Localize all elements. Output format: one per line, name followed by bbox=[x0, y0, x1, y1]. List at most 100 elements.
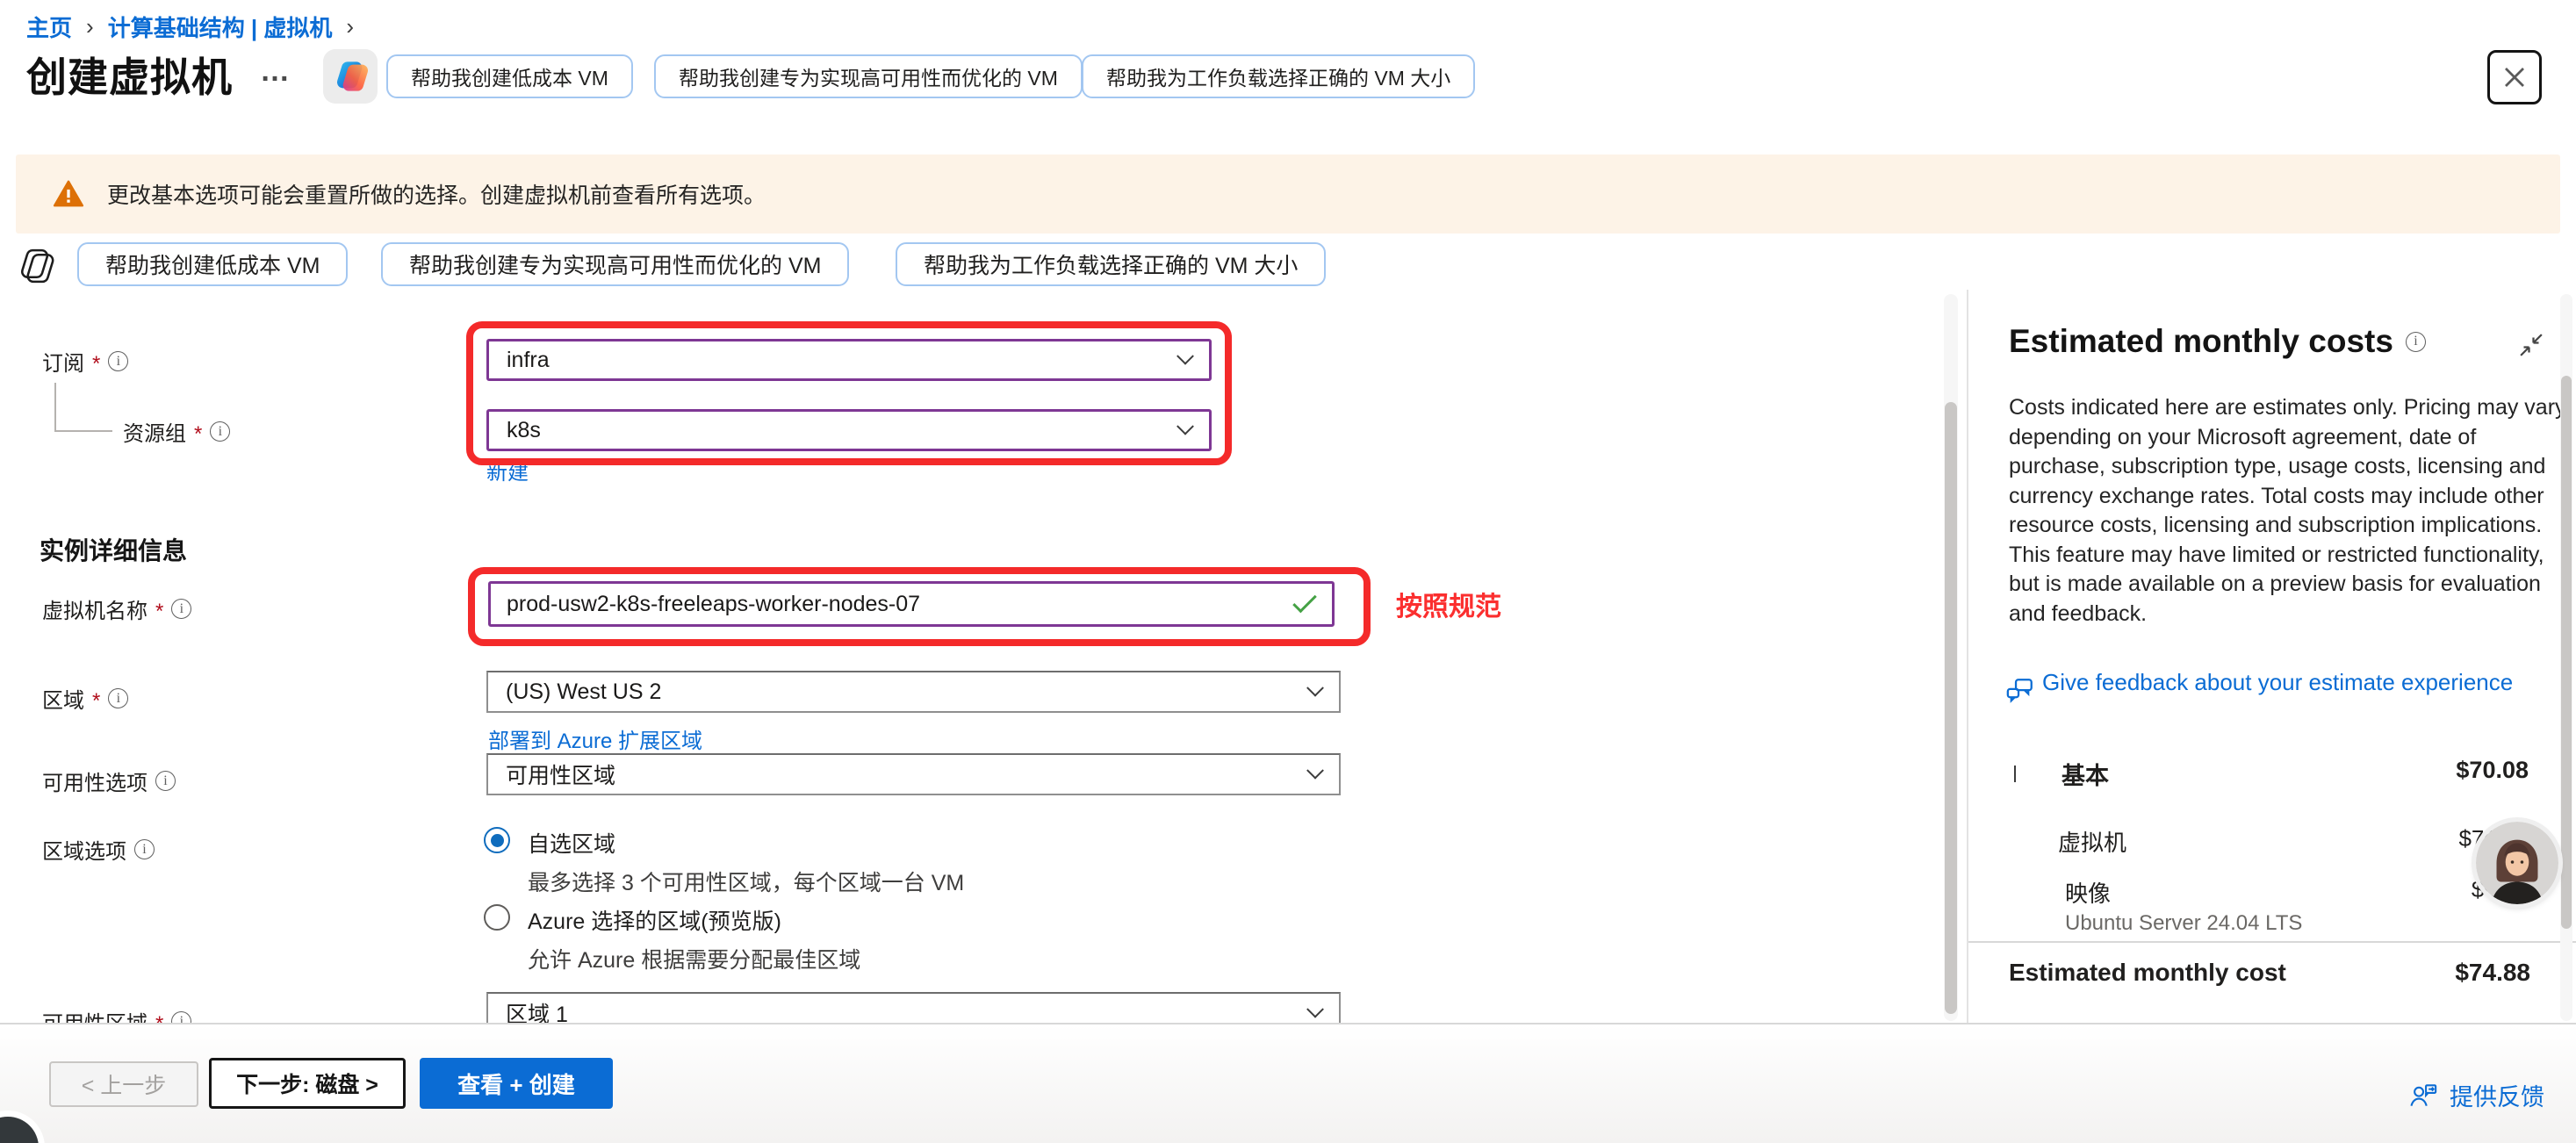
suggestion-right-vm-size-top[interactable]: 帮助我为工作负载选择正确的 VM 大小 bbox=[1082, 54, 1475, 98]
vm-name-label: 虚拟机名称 * bbox=[42, 593, 191, 624]
more-button[interactable]: … bbox=[260, 54, 292, 89]
resource-group-dropdown[interactable]: k8s bbox=[486, 409, 1212, 451]
radio-unselected-icon[interactable] bbox=[484, 904, 510, 931]
field-label-text: 区域选项 bbox=[42, 834, 126, 865]
info-icon[interactable] bbox=[171, 599, 191, 619]
required-marker: * bbox=[92, 689, 100, 714]
resource-group-value: k8s bbox=[507, 418, 541, 443]
suggestion-label: 帮助我创建低成本 VM bbox=[105, 248, 320, 280]
cost-disclaimer: Costs indicated here are estimates only.… bbox=[2009, 393, 2569, 629]
next-step-disks-button[interactable]: 下一步: 磁盘 > bbox=[209, 1058, 406, 1109]
field-label-text: 虚拟机名称 bbox=[42, 593, 148, 624]
vm-name-input[interactable] bbox=[507, 592, 1293, 617]
suggestion-low-cost-vm[interactable]: 帮助我创建低成本 VM bbox=[77, 242, 348, 286]
page-feedback-link[interactable]: 提供反馈 bbox=[2409, 1078, 2544, 1112]
subscription-label: 订阅 * bbox=[42, 346, 128, 377]
hierarchy-connector bbox=[54, 383, 56, 432]
resource-group-label: 资源组 * bbox=[123, 416, 230, 447]
close-icon bbox=[2501, 64, 2528, 90]
radio-selected-icon[interactable] bbox=[484, 827, 510, 853]
total-cost-label: Estimated monthly cost bbox=[2009, 959, 2286, 987]
vm-name-field bbox=[488, 581, 1335, 627]
expand-group-chevron[interactable] bbox=[2014, 766, 2016, 781]
previous-step-button[interactable]: < 上一步 bbox=[49, 1061, 198, 1107]
breadcrumb-separator: › bbox=[86, 13, 94, 40]
panel-scrollbar-thumb[interactable] bbox=[2561, 376, 2572, 929]
breadcrumb-separator: › bbox=[346, 13, 354, 40]
breadcrumb: 主页 › 计算基础结构 | 虚拟机 › bbox=[26, 11, 368, 43]
chevron-down-icon bbox=[1176, 418, 1194, 435]
vm-name-annotation: 按照规范 bbox=[1396, 585, 1501, 623]
region-value: (US) West US 2 bbox=[506, 679, 661, 705]
page-feedback-label: 提供反馈 bbox=[2450, 1078, 2544, 1112]
panel-divider bbox=[1967, 290, 1968, 1023]
required-marker: * bbox=[92, 352, 100, 377]
info-icon[interactable] bbox=[2406, 332, 2426, 352]
required-marker: * bbox=[155, 600, 163, 624]
chevron-down-icon bbox=[1306, 679, 1324, 697]
assistant-avatar[interactable] bbox=[2476, 822, 2558, 904]
copilot-icon bbox=[333, 59, 368, 94]
region-dropdown[interactable]: (US) West US 2 bbox=[486, 671, 1341, 713]
cost-divider bbox=[1968, 941, 2576, 943]
field-label-text: 订阅 bbox=[42, 346, 84, 377]
breadcrumb-home-link[interactable]: 主页 bbox=[26, 11, 72, 43]
cost-panel-title: Estimated monthly costs bbox=[2009, 323, 2393, 360]
suggestion-label: 帮助我为工作负载选择正确的 VM 大小 bbox=[924, 248, 1298, 280]
availability-options-label: 可用性选项 bbox=[42, 766, 176, 796]
main-scrollbar-thumb[interactable] bbox=[1945, 402, 1957, 1014]
cost-group-amount: $70.08 bbox=[2456, 757, 2529, 784]
chevron-down-icon bbox=[1176, 348, 1194, 365]
field-label-text: 资源组 bbox=[123, 416, 186, 447]
zone-option-label: 自选区域 bbox=[528, 827, 964, 859]
cost-item-label: 虚拟机 bbox=[2058, 825, 2126, 858]
suggestion-label: 帮助我为工作负载选择正确的 VM 大小 bbox=[1106, 61, 1450, 91]
subscription-value: infra bbox=[507, 348, 550, 373]
zone-option-self-selected[interactable]: 自选区域 最多选择 3 个可用性区域，每个区域一台 VM bbox=[484, 827, 964, 897]
cost-item-label: 映像 bbox=[2065, 876, 2111, 909]
suggestion-right-vm-size[interactable]: 帮助我为工作负载选择正确的 VM 大小 bbox=[896, 242, 1326, 286]
chevron-down-icon bbox=[1306, 1001, 1324, 1018]
info-icon[interactable] bbox=[210, 421, 230, 442]
copilot-button[interactable] bbox=[323, 49, 378, 104]
suggestion-label: 帮助我创建专为实现高可用性而优化的 VM bbox=[409, 248, 821, 280]
zone-option-description: 允许 Azure 根据需要分配最佳区域 bbox=[528, 943, 860, 974]
hierarchy-connector bbox=[54, 430, 112, 432]
valid-check-icon bbox=[1292, 588, 1317, 613]
subscription-dropdown[interactable]: infra bbox=[486, 339, 1212, 381]
availability-options-dropdown[interactable]: 可用性区域 bbox=[486, 753, 1341, 795]
page-title: 创建虚拟机 bbox=[26, 46, 233, 104]
zone-option-label: Azure 选择的区域(预览版) bbox=[528, 904, 860, 936]
region-label: 区域 * bbox=[42, 683, 128, 714]
info-icon[interactable] bbox=[155, 771, 176, 791]
cost-group-label[interactable]: 基本 bbox=[2062, 757, 2109, 791]
zone-option-azure-selected[interactable]: Azure 选择的区域(预览版) 允许 Azure 根据需要分配最佳区域 bbox=[484, 904, 860, 974]
field-label-text: 可用性选项 bbox=[42, 766, 148, 796]
suggestion-high-availability-vm-top[interactable]: 帮助我创建专为实现高可用性而优化的 VM bbox=[654, 54, 1083, 98]
cost-panel-header: Estimated monthly costs bbox=[2009, 323, 2426, 360]
availability-options-value: 可用性区域 bbox=[506, 758, 615, 790]
field-label-text: 区域 bbox=[42, 683, 84, 714]
collapse-panel-button[interactable] bbox=[2518, 332, 2544, 363]
cost-item-sublabel: Ubuntu Server 24.04 LTS bbox=[2065, 911, 2302, 936]
suggestion-low-cost-vm-top[interactable]: 帮助我创建低成本 VM bbox=[386, 54, 633, 98]
total-cost-amount: $74.88 bbox=[2455, 959, 2530, 987]
breadcrumb-virtual-machines-link[interactable]: 计算基础结构 | 虚拟机 bbox=[108, 11, 333, 43]
instance-details-heading: 实例详细信息 bbox=[40, 532, 187, 567]
suggestion-label: 帮助我创建专为实现高可用性而优化的 VM bbox=[679, 61, 1058, 91]
close-button[interactable] bbox=[2487, 50, 2542, 104]
suggestion-high-availability-vm[interactable]: 帮助我创建专为实现高可用性而优化的 VM bbox=[381, 242, 849, 286]
create-new-resource-group-link[interactable]: 新建 bbox=[486, 455, 529, 485]
suggestion-label: 帮助我创建低成本 VM bbox=[411, 61, 608, 91]
info-icon[interactable] bbox=[134, 839, 155, 859]
deploy-edge-zone-link[interactable]: 部署到 Azure 扩展区域 bbox=[488, 723, 702, 754]
info-icon[interactable] bbox=[108, 688, 128, 708]
info-icon[interactable] bbox=[108, 351, 128, 371]
chevron-down-icon bbox=[1306, 762, 1324, 780]
estimate-feedback-link[interactable]: Give feedback about your estimate experi… bbox=[2042, 667, 2547, 697]
warning-banner: 更改基本选项可能会重置所做的选择。创建虚拟机前查看所有选项。 bbox=[16, 155, 2560, 234]
wizard-footer: < 上一步 下一步: 磁盘 > 查看 + 创建 bbox=[0, 1023, 2576, 1143]
create-vm-page: 主页 › 计算基础结构 | 虚拟机 › 创建虚拟机 … 帮助我创 bbox=[0, 0, 2576, 1143]
review-create-button[interactable]: 查看 + 创建 bbox=[420, 1058, 613, 1109]
copilot-outline-icon bbox=[16, 246, 56, 286]
